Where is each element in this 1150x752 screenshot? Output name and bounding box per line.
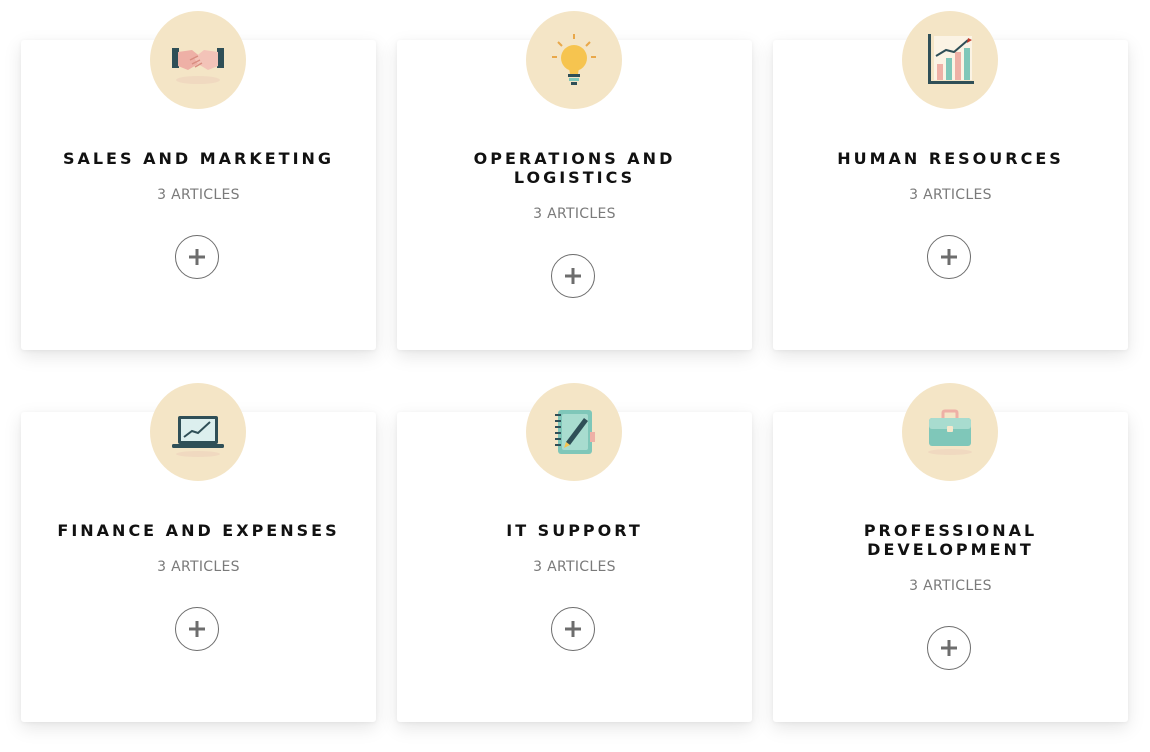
briefcase-icon xyxy=(902,383,998,481)
article-count: 3 ARTICLES xyxy=(157,187,240,203)
article-count: 3 ARTICLES xyxy=(909,187,992,203)
plus-icon xyxy=(941,249,957,265)
plus-icon xyxy=(189,249,205,265)
expand-button[interactable] xyxy=(927,626,971,670)
category-card-sales-marketing[interactable]: SALES AND MARKETING 3 ARTICLES xyxy=(21,11,376,350)
article-count: 3 ARTICLES xyxy=(157,559,240,575)
category-card-operations-logistics[interactable]: OPERATIONS AND LOGISTICS 3 ARTICLES xyxy=(397,11,752,350)
handshake-icon xyxy=(150,11,246,109)
plus-icon xyxy=(941,640,957,656)
expand-button[interactable] xyxy=(175,235,219,279)
category-card-finance-expenses[interactable]: FINANCE AND EXPENSES 3 ARTICLES xyxy=(21,383,376,722)
category-title: FINANCE AND EXPENSES xyxy=(57,521,340,540)
article-count: 3 ARTICLES xyxy=(909,578,992,594)
growth-chart-icon xyxy=(902,11,998,109)
category-card-it-support[interactable]: IT SUPPORT 3 ARTICLES xyxy=(397,383,752,722)
laptop-chart-icon xyxy=(150,383,246,481)
expand-button[interactable] xyxy=(175,607,219,651)
category-card-human-resources[interactable]: HUMAN RESOURCES 3 ARTICLES xyxy=(773,11,1128,350)
category-card-professional-development[interactable]: PROFESSIONAL DEVELOPMENT 3 ARTICLES xyxy=(773,383,1128,722)
notebook-pen-icon xyxy=(526,383,622,481)
plus-icon xyxy=(565,621,581,637)
plus-icon xyxy=(189,621,205,637)
category-title: SALES AND MARKETING xyxy=(62,149,335,168)
article-count: 3 ARTICLES xyxy=(533,559,616,575)
category-title: OPERATIONS AND LOGISTICS xyxy=(473,149,676,187)
expand-button[interactable] xyxy=(551,254,595,298)
category-title: HUMAN RESOURCES xyxy=(837,149,1064,168)
plus-icon xyxy=(565,268,581,284)
article-count: 3 ARTICLES xyxy=(533,206,616,222)
lightbulb-icon xyxy=(526,11,622,109)
expand-button[interactable] xyxy=(551,607,595,651)
expand-button[interactable] xyxy=(927,235,971,279)
category-title: IT SUPPORT xyxy=(506,521,643,540)
category-title: PROFESSIONAL DEVELOPMENT xyxy=(863,521,1038,559)
category-grid: SALES AND MARKETING 3 ARTICLES OPERATION… xyxy=(0,0,1150,752)
